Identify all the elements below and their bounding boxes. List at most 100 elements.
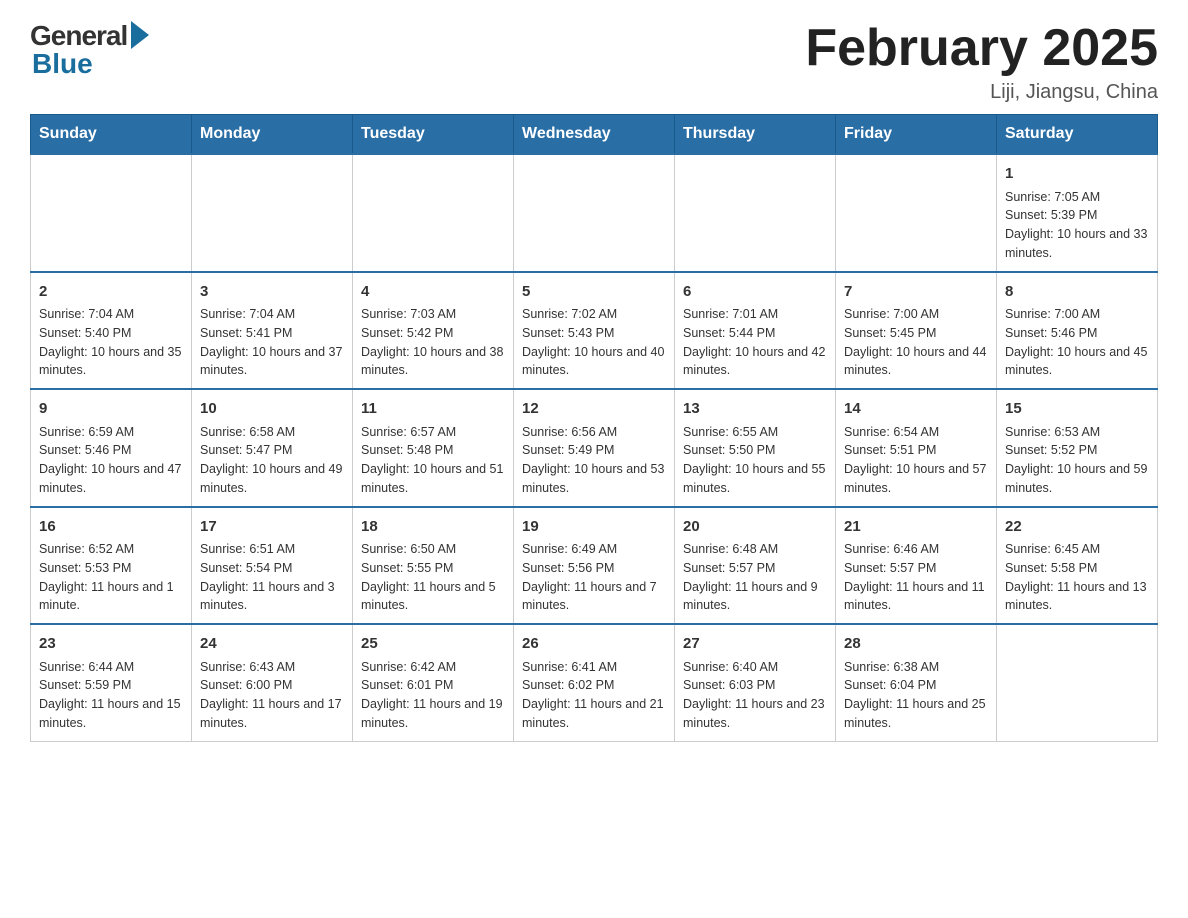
- day-number: 6: [683, 281, 827, 304]
- calendar-cell: [836, 154, 997, 272]
- calendar-cell: 25Sunrise: 6:42 AMSunset: 6:01 PMDayligh…: [353, 624, 514, 741]
- cell-sun-info: Sunrise: 6:57 AMSunset: 5:48 PMDaylight:…: [361, 423, 505, 498]
- cell-sun-info: Sunrise: 6:56 AMSunset: 5:49 PMDaylight:…: [522, 423, 666, 498]
- day-number: 17: [200, 516, 344, 539]
- cell-sun-info: Sunrise: 6:43 AMSunset: 6:00 PMDaylight:…: [200, 658, 344, 733]
- calendar-cell: 15Sunrise: 6:53 AMSunset: 5:52 PMDayligh…: [997, 389, 1158, 507]
- calendar-cell: [31, 154, 192, 272]
- day-number: 22: [1005, 516, 1149, 539]
- cell-sun-info: Sunrise: 6:44 AMSunset: 5:59 PMDaylight:…: [39, 658, 183, 733]
- day-number: 27: [683, 633, 827, 656]
- page-header: General Blue February 2025 Liji, Jiangsu…: [30, 20, 1158, 104]
- cell-sun-info: Sunrise: 6:38 AMSunset: 6:04 PMDaylight:…: [844, 658, 988, 733]
- day-number: 9: [39, 398, 183, 421]
- cell-sun-info: Sunrise: 7:04 AMSunset: 5:40 PMDaylight:…: [39, 305, 183, 380]
- calendar-cell: 9Sunrise: 6:59 AMSunset: 5:46 PMDaylight…: [31, 389, 192, 507]
- calendar-cell: 2Sunrise: 7:04 AMSunset: 5:40 PMDaylight…: [31, 272, 192, 390]
- logo: General Blue: [30, 20, 149, 80]
- day-of-week-header: Sunday: [31, 115, 192, 155]
- calendar-body: 1Sunrise: 7:05 AMSunset: 5:39 PMDaylight…: [31, 154, 1158, 741]
- calendar-week-row: 23Sunrise: 6:44 AMSunset: 5:59 PMDayligh…: [31, 624, 1158, 741]
- calendar-cell: [514, 154, 675, 272]
- calendar-table: SundayMondayTuesdayWednesdayThursdayFrid…: [30, 114, 1158, 742]
- day-number: 12: [522, 398, 666, 421]
- day-number: 20: [683, 516, 827, 539]
- day-number: 23: [39, 633, 183, 656]
- calendar-cell: 21Sunrise: 6:46 AMSunset: 5:57 PMDayligh…: [836, 507, 997, 625]
- title-block: February 2025 Liji, Jiangsu, China: [805, 20, 1158, 104]
- calendar-cell: [353, 154, 514, 272]
- calendar-cell: 23Sunrise: 6:44 AMSunset: 5:59 PMDayligh…: [31, 624, 192, 741]
- cell-sun-info: Sunrise: 6:59 AMSunset: 5:46 PMDaylight:…: [39, 423, 183, 498]
- page-title: February 2025: [805, 20, 1158, 77]
- calendar-cell: 18Sunrise: 6:50 AMSunset: 5:55 PMDayligh…: [353, 507, 514, 625]
- calendar-week-row: 1Sunrise: 7:05 AMSunset: 5:39 PMDaylight…: [31, 154, 1158, 272]
- day-number: 11: [361, 398, 505, 421]
- cell-sun-info: Sunrise: 6:48 AMSunset: 5:57 PMDaylight:…: [683, 540, 827, 615]
- day-of-week-header: Monday: [192, 115, 353, 155]
- calendar-cell: 19Sunrise: 6:49 AMSunset: 5:56 PMDayligh…: [514, 507, 675, 625]
- calendar-cell: 13Sunrise: 6:55 AMSunset: 5:50 PMDayligh…: [675, 389, 836, 507]
- day-number: 16: [39, 516, 183, 539]
- cell-sun-info: Sunrise: 6:58 AMSunset: 5:47 PMDaylight:…: [200, 423, 344, 498]
- day-of-week-header: Saturday: [997, 115, 1158, 155]
- day-number: 2: [39, 281, 183, 304]
- calendar-cell: 28Sunrise: 6:38 AMSunset: 6:04 PMDayligh…: [836, 624, 997, 741]
- cell-sun-info: Sunrise: 7:02 AMSunset: 5:43 PMDaylight:…: [522, 305, 666, 380]
- day-number: 1: [1005, 163, 1149, 186]
- cell-sun-info: Sunrise: 7:04 AMSunset: 5:41 PMDaylight:…: [200, 305, 344, 380]
- day-number: 7: [844, 281, 988, 304]
- calendar-cell: [675, 154, 836, 272]
- day-of-week-header: Friday: [836, 115, 997, 155]
- calendar-cell: 27Sunrise: 6:40 AMSunset: 6:03 PMDayligh…: [675, 624, 836, 741]
- day-number: 21: [844, 516, 988, 539]
- cell-sun-info: Sunrise: 6:53 AMSunset: 5:52 PMDaylight:…: [1005, 423, 1149, 498]
- day-of-week-header: Thursday: [675, 115, 836, 155]
- cell-sun-info: Sunrise: 7:03 AMSunset: 5:42 PMDaylight:…: [361, 305, 505, 380]
- cell-sun-info: Sunrise: 7:01 AMSunset: 5:44 PMDaylight:…: [683, 305, 827, 380]
- calendar-cell: 26Sunrise: 6:41 AMSunset: 6:02 PMDayligh…: [514, 624, 675, 741]
- calendar-cell: 11Sunrise: 6:57 AMSunset: 5:48 PMDayligh…: [353, 389, 514, 507]
- cell-sun-info: Sunrise: 7:05 AMSunset: 5:39 PMDaylight:…: [1005, 188, 1149, 263]
- cell-sun-info: Sunrise: 6:46 AMSunset: 5:57 PMDaylight:…: [844, 540, 988, 615]
- day-number: 18: [361, 516, 505, 539]
- day-of-week-header: Wednesday: [514, 115, 675, 155]
- calendar-week-row: 2Sunrise: 7:04 AMSunset: 5:40 PMDaylight…: [31, 272, 1158, 390]
- logo-arrow-icon: [131, 21, 149, 49]
- calendar-cell: 22Sunrise: 6:45 AMSunset: 5:58 PMDayligh…: [997, 507, 1158, 625]
- day-number: 13: [683, 398, 827, 421]
- calendar-cell: 10Sunrise: 6:58 AMSunset: 5:47 PMDayligh…: [192, 389, 353, 507]
- calendar-cell: 24Sunrise: 6:43 AMSunset: 6:00 PMDayligh…: [192, 624, 353, 741]
- calendar-cell: 3Sunrise: 7:04 AMSunset: 5:41 PMDaylight…: [192, 272, 353, 390]
- day-number: 4: [361, 281, 505, 304]
- cell-sun-info: Sunrise: 6:54 AMSunset: 5:51 PMDaylight:…: [844, 423, 988, 498]
- page-subtitle: Liji, Jiangsu, China: [805, 81, 1158, 104]
- calendar-cell: 16Sunrise: 6:52 AMSunset: 5:53 PMDayligh…: [31, 507, 192, 625]
- day-number: 28: [844, 633, 988, 656]
- cell-sun-info: Sunrise: 6:45 AMSunset: 5:58 PMDaylight:…: [1005, 540, 1149, 615]
- cell-sun-info: Sunrise: 6:42 AMSunset: 6:01 PMDaylight:…: [361, 658, 505, 733]
- day-of-week-header: Tuesday: [353, 115, 514, 155]
- calendar-cell: 5Sunrise: 7:02 AMSunset: 5:43 PMDaylight…: [514, 272, 675, 390]
- cell-sun-info: Sunrise: 7:00 AMSunset: 5:46 PMDaylight:…: [1005, 305, 1149, 380]
- days-of-week-row: SundayMondayTuesdayWednesdayThursdayFrid…: [31, 115, 1158, 155]
- cell-sun-info: Sunrise: 6:50 AMSunset: 5:55 PMDaylight:…: [361, 540, 505, 615]
- cell-sun-info: Sunrise: 6:49 AMSunset: 5:56 PMDaylight:…: [522, 540, 666, 615]
- calendar-cell: [192, 154, 353, 272]
- cell-sun-info: Sunrise: 6:52 AMSunset: 5:53 PMDaylight:…: [39, 540, 183, 615]
- cell-sun-info: Sunrise: 6:41 AMSunset: 6:02 PMDaylight:…: [522, 658, 666, 733]
- calendar-cell: 12Sunrise: 6:56 AMSunset: 5:49 PMDayligh…: [514, 389, 675, 507]
- day-number: 10: [200, 398, 344, 421]
- cell-sun-info: Sunrise: 6:55 AMSunset: 5:50 PMDaylight:…: [683, 423, 827, 498]
- day-number: 8: [1005, 281, 1149, 304]
- calendar-cell: 4Sunrise: 7:03 AMSunset: 5:42 PMDaylight…: [353, 272, 514, 390]
- cell-sun-info: Sunrise: 6:40 AMSunset: 6:03 PMDaylight:…: [683, 658, 827, 733]
- calendar-header: SundayMondayTuesdayWednesdayThursdayFrid…: [31, 115, 1158, 155]
- day-number: 24: [200, 633, 344, 656]
- day-number: 26: [522, 633, 666, 656]
- day-number: 15: [1005, 398, 1149, 421]
- day-number: 19: [522, 516, 666, 539]
- cell-sun-info: Sunrise: 7:00 AMSunset: 5:45 PMDaylight:…: [844, 305, 988, 380]
- calendar-cell: 14Sunrise: 6:54 AMSunset: 5:51 PMDayligh…: [836, 389, 997, 507]
- calendar-cell: 7Sunrise: 7:00 AMSunset: 5:45 PMDaylight…: [836, 272, 997, 390]
